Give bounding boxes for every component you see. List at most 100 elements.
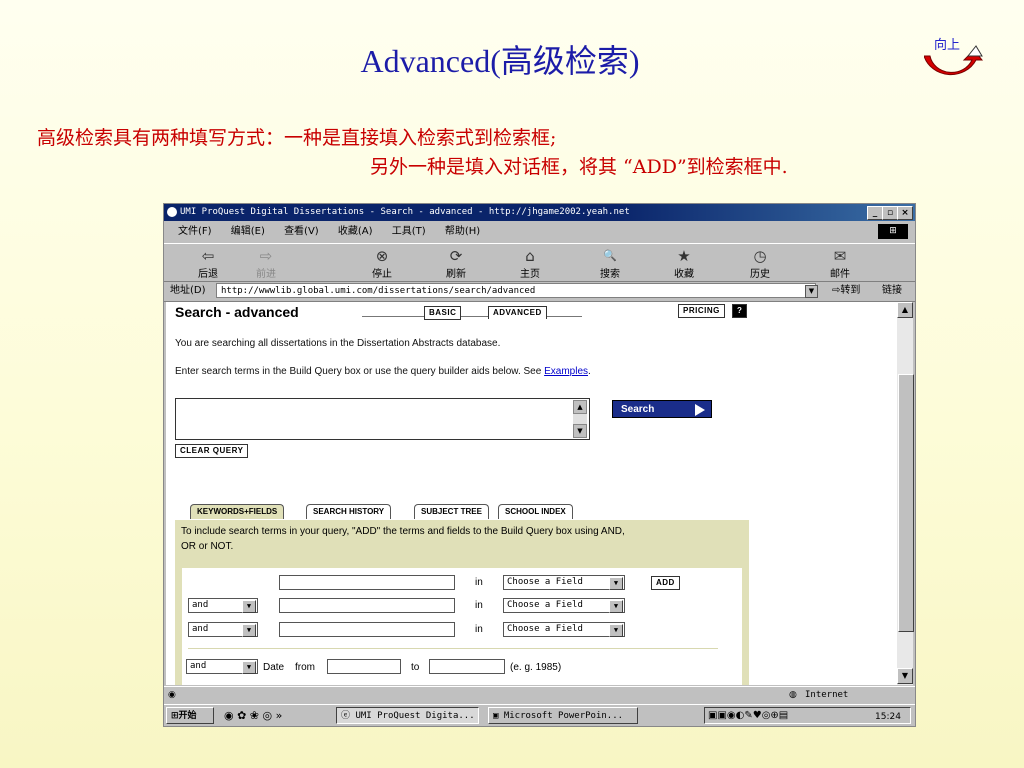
toolbar-search-label: 搜索 [600, 269, 620, 280]
task-proquest[interactable]: ⓔ UMI ProQuest Digita... [336, 707, 479, 724]
divider [188, 648, 718, 649]
toolbar-search-button[interactable]: 🔍 搜索 [580, 247, 640, 280]
forward-arrow-icon: ⇨ [259, 247, 273, 265]
menu-tools[interactable]: 工具(T) [392, 226, 426, 237]
operator-select-2[interactable]: and ▼ [188, 598, 258, 613]
maximize-button[interactable]: ▫ [882, 206, 898, 220]
tab-basic[interactable]: BASIC [424, 306, 462, 320]
search-icon: 🔍 [603, 249, 617, 262]
field-select-3[interactable]: Choose a Field ▼ [503, 622, 625, 637]
scroll-up-icon[interactable]: ▲ [573, 400, 587, 414]
menu-favorites[interactable]: 收藏(A) [338, 226, 373, 237]
to-label: to [411, 662, 420, 673]
powerpoint-icon: ▣ [493, 711, 499, 721]
scroll-down-icon[interactable]: ▼ [573, 424, 587, 438]
toolbar-forward-label: 前进 [256, 269, 276, 280]
window-titlebar[interactable]: UMI ProQuest Digital Dissertations - Sea… [164, 204, 915, 221]
toolbar-history-button[interactable]: ◷ 历史 [730, 247, 790, 280]
tab-keywords-fields[interactable]: KEYWORDS+FIELDS [190, 504, 285, 519]
term-input-1[interactable] [279, 575, 455, 590]
start-button[interactable]: ⊞开始 [166, 707, 214, 724]
mail-icon: ✉ [833, 247, 847, 265]
toolbar-back-label: 后退 [198, 269, 218, 280]
info-text-1: You are searching all dissertations in t… [175, 338, 501, 349]
toolbar-mail-button[interactable]: ✉ 邮件 [810, 247, 870, 280]
in-label-3: in [475, 624, 483, 635]
menu-help[interactable]: 帮助(H) [445, 226, 480, 237]
chevron-down-icon: ▼ [242, 624, 256, 637]
menu-file[interactable]: 文件(F) [178, 226, 212, 237]
tray-icons[interactable]: ▣▣◉◐✎♥◎⊕▤ [708, 706, 788, 726]
toolbar-back-button[interactable]: ⇦ 后退 [178, 247, 238, 280]
globe-icon: ◍ [789, 690, 797, 700]
quick-launch-icons[interactable]: ◉ ✿ ❀ ◎ » [224, 706, 282, 726]
menu-edit[interactable]: 编辑(E) [231, 226, 265, 237]
chevron-down-icon: ▼ [242, 600, 256, 613]
term-input-2[interactable] [279, 598, 455, 613]
tab-search-history[interactable]: SEARCH HISTORY [306, 504, 392, 519]
pricing-link[interactable]: PRICING [678, 304, 725, 318]
field-select-2-value: Choose a Field [507, 600, 583, 610]
add-button[interactable]: ADD [651, 576, 680, 590]
tab-advanced[interactable]: ADVANCED [488, 306, 547, 319]
address-label: 地址(D) [170, 285, 206, 296]
query-scrollbar[interactable]: ▲ ▼ [573, 400, 587, 438]
address-input[interactable]: http://wwwlib.global.umi.com/dissertatio… [216, 283, 816, 298]
toolbar-home-button[interactable]: ⌂ 主页 [500, 247, 560, 280]
in-label-1: in [475, 577, 483, 588]
history-icon: ◷ [753, 247, 767, 265]
toolbar-refresh-button[interactable]: ⟳ 刷新 [426, 247, 486, 280]
refresh-icon: ⟳ [449, 247, 463, 265]
page-heading: Search - advanced [175, 304, 299, 320]
build-query-textarea[interactable] [175, 398, 590, 440]
minimize-button[interactable]: _ [867, 206, 883, 220]
query-builder-rows: in Choose a Field ▼ ADD and ▼ in Choose a … [182, 568, 742, 685]
toolbar-forward-button[interactable]: ⇨ 前进 [236, 247, 296, 280]
ie-logo-icon: ⓔ [341, 711, 351, 721]
field-select-2[interactable]: Choose a Field ▼ [503, 598, 625, 613]
task-powerpoint[interactable]: ▣ Microsoft PowerPoin... [488, 707, 638, 724]
date-to-input[interactable] [429, 659, 505, 674]
info-text-2: Enter search terms in the Build Query bo… [175, 366, 591, 377]
menu-view[interactable]: 查看(V) [284, 226, 319, 237]
task-powerpoint-label: Microsoft PowerPoin... [503, 711, 624, 721]
go-button[interactable]: ⇨转到 [832, 281, 860, 301]
menu-bar: 文件(F) 编辑(E) 查看(V) 收藏(A) 工具(T) 帮助(H) ⊞ [164, 222, 915, 242]
toolbar-stop-label: 停止 [372, 269, 392, 280]
examples-link[interactable]: Examples [544, 366, 588, 377]
field-select-3-value: Choose a Field [507, 624, 583, 634]
scroll-down-icon[interactable]: ▼ [897, 668, 913, 684]
search-button[interactable]: Search [612, 400, 712, 418]
clear-query-button[interactable]: CLEAR QUERY [175, 444, 249, 458]
description-line-1: 高级检索具有两种填写方式：一种是直接填入检索式到检索框; [37, 127, 557, 149]
internet-zone: Internet [805, 690, 849, 700]
scroll-up-icon[interactable]: ▲ [897, 302, 913, 318]
toolbar-stop-button[interactable]: ⊗ 停止 [352, 247, 412, 280]
tab-school-index[interactable]: SCHOOL INDEX [498, 504, 573, 519]
toolbar-home-label: 主页 [520, 269, 540, 280]
scroll-thumb[interactable] [898, 374, 914, 632]
chevron-down-icon: ▼ [609, 577, 623, 590]
slide-title: Advanced(高级检索) [360, 43, 640, 79]
in-label-2: in [475, 600, 483, 611]
date-operator-select[interactable]: and ▼ [186, 659, 258, 674]
browser-window: UMI ProQuest Digital Dissertations - Sea… [163, 203, 916, 727]
date-from-input[interactable] [327, 659, 401, 674]
task-proquest-label: UMI ProQuest Digita... [355, 711, 475, 721]
term-input-3[interactable] [279, 622, 455, 637]
page-scrollbar[interactable]: ▲ ▼ [897, 302, 914, 685]
links-button[interactable]: 链接 [882, 281, 902, 301]
info-text-2-suffix: . [588, 366, 591, 377]
ie-logo-icon [167, 207, 177, 217]
close-button[interactable]: × [897, 206, 913, 220]
toolbar-favorites-button[interactable]: ★ 收藏 [654, 247, 714, 280]
up-link-button[interactable]: 向上 [924, 30, 984, 80]
pricing-help-icon[interactable]: ? [732, 304, 748, 318]
home-icon: ⌂ [525, 247, 535, 265]
address-dropdown-icon[interactable]: ▼ [805, 285, 818, 298]
field-select-1-value: Choose a Field [507, 577, 583, 587]
operator-select-3[interactable]: and ▼ [188, 622, 258, 637]
windows-flag-icon: ⊞ [171, 711, 179, 721]
field-select-1[interactable]: Choose a Field ▼ [503, 575, 625, 590]
tab-subject-tree[interactable]: SUBJECT TREE [414, 504, 489, 519]
